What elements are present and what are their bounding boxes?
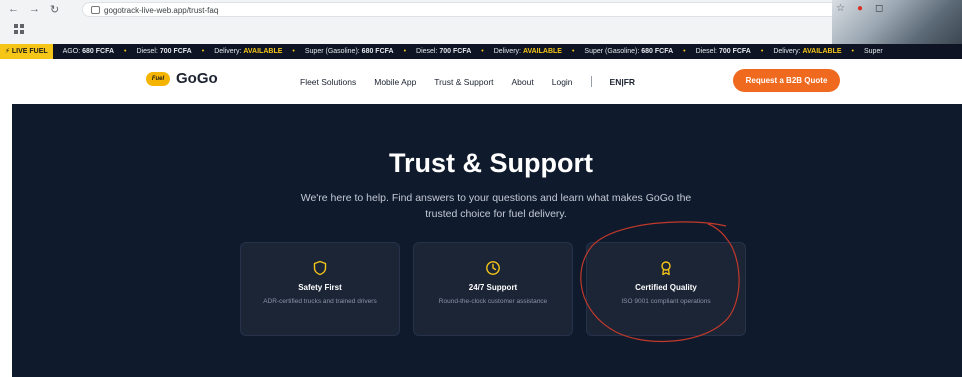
site-info-icon[interactable] [91,6,100,14]
ticker-separator: • [201,48,205,55]
ticker-item-label: Super (Gasoline): [584,48,640,55]
ticker-item-value: 680 FCFA [641,48,674,55]
ticker-item-label: Super [863,48,883,55]
ticker-item: Delivery: AVAILABLE [214,48,282,55]
card-certified-quality: Certified Quality ISO 9001 compliant ope… [586,242,746,336]
nav-login[interactable]: Login [552,77,573,87]
ticker-item: Super (Gasoline): 680 FCFA [305,48,394,55]
profile-icon[interactable]: ◻ [875,3,883,14]
ticker-item: Diesel: 700 FCFA [696,48,751,55]
hero-subtitle: We're here to help. Find answers to your… [300,192,692,220]
nav-trust-support[interactable]: Trust & Support [434,77,493,87]
ticker-item: Super [864,48,883,55]
apps-grid-icon[interactable] [14,24,24,34]
browser-nav: ← → ↻ [8,3,59,16]
ticker-item-label: Diesel: [695,48,717,55]
ticker-item-label: AGO: [62,48,81,55]
address-bar[interactable]: gogotrack-live-web.app/trust-faq [82,2,856,17]
ticker-item: Diesel: 700 FCFA [136,48,191,55]
nav-mobile-app[interactable]: Mobile App [374,77,416,87]
star-icon[interactable]: ☆ [836,3,845,14]
ticker-item-value: 700 FCFA [159,48,192,55]
back-icon[interactable]: ← [8,3,19,16]
fuel-price-ticker: ⚡ LIVE FUEL AGO: 680 FCFA • Diesel: 700 FC… [0,44,962,59]
card-description: ISO 9001 compliant operations [621,298,711,305]
ticker-item: Super (Gasoline): 680 FCFA [584,48,673,55]
shield-icon [313,260,327,276]
card-title: 24/7 Support [468,283,518,292]
card-description: ADR-certified trucks and trained drivers [263,298,377,305]
site-header: Fuel GoGo Fleet Solutions Mobile App Tru… [12,59,962,104]
card-title: Certified Quality [635,283,697,292]
site-logo[interactable]: Fuel GoGo [146,70,218,87]
ticker-item-label: Delivery: [773,48,801,55]
live-fuel-badge: ⚡ LIVE FUEL [0,44,53,59]
ticker-item: AGO: 680 FCFA [63,48,114,55]
card-safety-first: Safety First ADR-certified trucks and tr… [240,242,400,336]
browser-chrome: ← → ↻ gogotrack-live-web.app/trust-faq ☆… [0,0,962,44]
ticker-item: Diesel: 700 FCFA [416,48,471,55]
forward-icon[interactable]: → [29,3,40,16]
card-title: Safety First [298,283,342,292]
ticker-item: Delivery: AVAILABLE [494,48,562,55]
ticker-item-label: Super (Gasoline): [304,48,360,55]
award-icon [661,261,671,276]
ticker-separator: • [851,48,854,55]
logo-text: GoGo [176,70,218,87]
reload-icon[interactable]: ↻ [50,3,59,16]
nav-about[interactable]: About [512,77,534,87]
card-description: Round-the-clock customer assistance [438,298,548,305]
shield-extension-icon[interactable]: ● [857,3,863,14]
ticker-item-label: Diesel: [136,48,158,55]
ticker-item-label: Diesel: [416,48,438,55]
clock-icon [486,261,500,275]
ticker-separator: • [760,48,764,55]
main-nav: Fleet Solutions Mobile App Trust & Suppo… [300,76,653,87]
extension-icons: ☆ ● ◻ [836,3,883,14]
ticker-items: AGO: 680 FCFA • Diesel: 700 FCFA • Delivery:… [53,48,883,55]
nav-fleet-solutions[interactable]: Fleet Solutions [300,77,356,87]
ticker-item-value: AVAILABLE [522,48,562,55]
ticker-separator: • [403,48,407,55]
ticker-item: Delivery: AVAILABLE [773,48,841,55]
ticker-item-value: AVAILABLE [802,48,842,55]
language-toggle[interactable]: EN|FR [610,77,636,87]
ticker-item-label: Delivery: [214,48,242,55]
page-title: Trust & Support [389,148,593,178]
nav-divider [590,76,592,87]
ticker-separator: • [124,48,127,55]
ticker-separator: • [481,48,484,55]
ticker-item-value: AVAILABLE [243,48,283,55]
ticker-separator: • [571,48,575,55]
address-url: gogotrack-live-web.app/trust-faq [104,6,219,15]
logo-mark: Fuel [146,71,170,86]
ticker-item-value: 680 FCFA [82,48,115,55]
ticker-separator: • [683,48,686,55]
card-24-7-support: 24/7 Support Round-the-clock customer as… [413,242,573,336]
ticker-item-label: Delivery: [493,48,521,55]
ticker-item-value: 680 FCFA [361,48,394,55]
ticker-separator: • [292,48,295,55]
request-quote-button[interactable]: Request a B2B Quote [733,69,840,92]
hero-section: Trust & Support We're here to help. Find… [12,104,962,377]
ticker-item-value: 700 FCFA [439,48,472,55]
ticker-item-value: 700 FCFA [718,48,751,55]
